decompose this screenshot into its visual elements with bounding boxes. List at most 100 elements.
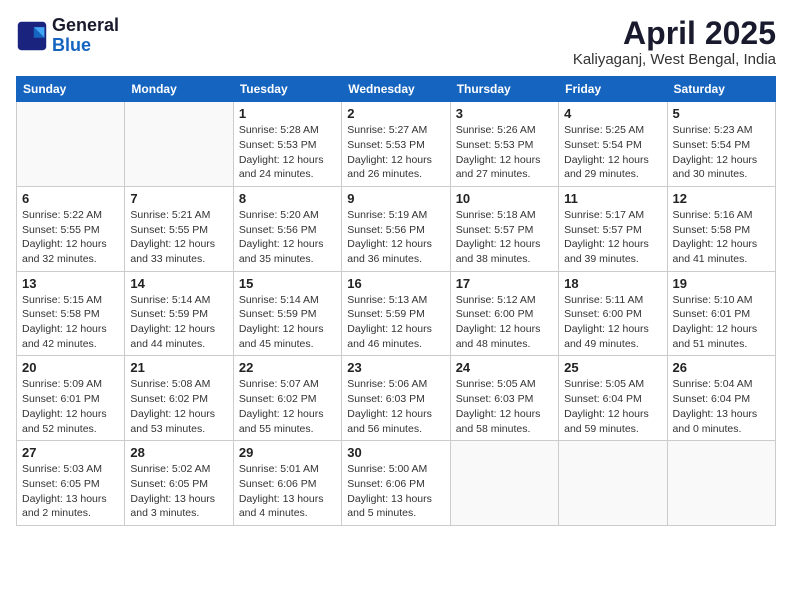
day-info: Sunrise: 5:03 AM Sunset: 6:05 PM Dayligh… — [22, 462, 119, 521]
calendar-cell: 30 Sunrise: 5:00 AM Sunset: 6:06 PM Dayli… — [342, 441, 450, 526]
day-number: 6 — [22, 191, 119, 206]
day-info: Sunrise: 5:25 AM Sunset: 5:54 PM Dayligh… — [564, 123, 661, 182]
calendar-header: Sunday Monday Tuesday Wednesday Thursday… — [17, 77, 776, 102]
day-info: Sunrise: 5:14 AM Sunset: 5:59 PM Dayligh… — [239, 293, 336, 352]
header-saturday: Saturday — [667, 77, 775, 102]
calendar-cell: 5Sunrise: 5:23 AM Sunset: 5:54 PM Daylig… — [667, 102, 775, 187]
calendar-cell: 8 Sunrise: 5:20 AM Sunset: 5:56 PM Daylig… — [233, 186, 341, 271]
header-wednesday: Wednesday — [342, 77, 450, 102]
calendar-cell: 20Sunrise: 5:09 AM Sunset: 6:01 PM Dayli… — [17, 356, 125, 441]
header-thursday: Thursday — [450, 77, 558, 102]
logo-text: General Blue — [52, 16, 119, 56]
calendar-cell: 12 Sunrise: 5:16 AM Sunset: 5:58 PM Dayli… — [667, 186, 775, 271]
day-number: 28 — [130, 445, 227, 460]
day-number: 17 — [456, 276, 553, 291]
header-sunday: Sunday — [17, 77, 125, 102]
calendar-cell: 4Sunrise: 5:25 AM Sunset: 5:54 PM Daylig… — [559, 102, 667, 187]
logo-line2: Blue — [52, 36, 119, 56]
calendar-cell: 28 Sunrise: 5:02 AM Sunset: 6:05 PM Dayli… — [125, 441, 233, 526]
header-row: Sunday Monday Tuesday Wednesday Thursday… — [17, 77, 776, 102]
day-number: 24 — [456, 360, 553, 375]
day-number: 27 — [22, 445, 119, 460]
calendar-table: Sunday Monday Tuesday Wednesday Thursday… — [16, 76, 776, 526]
calendar-cell: 3Sunrise: 5:26 AM Sunset: 5:53 PM Daylig… — [450, 102, 558, 187]
day-info: Sunrise: 5:02 AM Sunset: 6:05 PM Dayligh… — [130, 462, 227, 521]
day-number: 29 — [239, 445, 336, 460]
day-info: Sunrise: 5:19 AM Sunset: 5:56 PM Dayligh… — [347, 208, 444, 267]
calendar-cell: 16 Sunrise: 5:13 AM Sunset: 5:59 PM Dayli… — [342, 271, 450, 356]
calendar-body: 1 Sunrise: 5:28 AM Sunset: 5:53 PM Daylig… — [17, 102, 776, 526]
title-area: April 2025 Kaliyaganj, West Bengal, Indi… — [573, 16, 776, 68]
day-info: Sunrise: 5:10 AM Sunset: 6:01 PM Dayligh… — [673, 293, 770, 352]
logo-line1: General — [52, 16, 119, 36]
day-number: 14 — [130, 276, 227, 291]
day-info: Sunrise: 5:16 AM Sunset: 5:58 PM Dayligh… — [673, 208, 770, 267]
day-number: 13 — [22, 276, 119, 291]
day-number: 10 — [456, 191, 553, 206]
day-number: 22 — [239, 360, 336, 375]
calendar-cell: 18Sunrise: 5:11 AM Sunset: 6:00 PM Dayli… — [559, 271, 667, 356]
day-number: 9 — [347, 191, 444, 206]
calendar-cell: 13 Sunrise: 5:15 AM Sunset: 5:58 PM Dayli… — [17, 271, 125, 356]
day-number: 23 — [347, 360, 444, 375]
day-info: Sunrise: 5:28 AM Sunset: 5:53 PM Dayligh… — [239, 123, 336, 182]
calendar-week-2: 13 Sunrise: 5:15 AM Sunset: 5:58 PM Dayli… — [17, 271, 776, 356]
calendar-cell: 11 Sunrise: 5:17 AM Sunset: 5:57 PM Dayli… — [559, 186, 667, 271]
calendar-week-4: 27 Sunrise: 5:03 AM Sunset: 6:05 PM Dayli… — [17, 441, 776, 526]
calendar-cell: 1 Sunrise: 5:28 AM Sunset: 5:53 PM Daylig… — [233, 102, 341, 187]
month-title: April 2025 — [573, 16, 776, 51]
calendar-cell: 9 Sunrise: 5:19 AM Sunset: 5:56 PM Daylig… — [342, 186, 450, 271]
day-number: 21 — [130, 360, 227, 375]
day-number: 19 — [673, 276, 770, 291]
logo-icon — [16, 20, 48, 52]
calendar-cell: 21Sunrise: 5:08 AM Sunset: 6:02 PM Dayli… — [125, 356, 233, 441]
day-number: 7 — [130, 191, 227, 206]
calendar-cell: 26Sunrise: 5:04 AM Sunset: 6:04 PM Dayli… — [667, 356, 775, 441]
day-info: Sunrise: 5:20 AM Sunset: 5:56 PM Dayligh… — [239, 208, 336, 267]
day-info: Sunrise: 5:27 AM Sunset: 5:53 PM Dayligh… — [347, 123, 444, 182]
day-info: Sunrise: 5:22 AM Sunset: 5:55 PM Dayligh… — [22, 208, 119, 267]
header: General Blue April 2025 Kaliyaganj, West… — [16, 16, 776, 68]
day-number: 8 — [239, 191, 336, 206]
day-info: Sunrise: 5:15 AM Sunset: 5:58 PM Dayligh… — [22, 293, 119, 352]
day-number: 2 — [347, 106, 444, 121]
calendar-week-1: 6 Sunrise: 5:22 AM Sunset: 5:55 PM Daylig… — [17, 186, 776, 271]
calendar-cell: 29 Sunrise: 5:01 AM Sunset: 6:06 PM Dayli… — [233, 441, 341, 526]
day-info: Sunrise: 5:05 AM Sunset: 6:03 PM Dayligh… — [456, 377, 553, 436]
day-number: 15 — [239, 276, 336, 291]
calendar-cell: 23 Sunrise: 5:06 AM Sunset: 6:03 PM Dayli… — [342, 356, 450, 441]
day-info: Sunrise: 5:12 AM Sunset: 6:00 PM Dayligh… — [456, 293, 553, 352]
calendar-cell: 27 Sunrise: 5:03 AM Sunset: 6:05 PM Dayli… — [17, 441, 125, 526]
calendar-week-3: 20Sunrise: 5:09 AM Sunset: 6:01 PM Dayli… — [17, 356, 776, 441]
calendar-week-0: 1 Sunrise: 5:28 AM Sunset: 5:53 PM Daylig… — [17, 102, 776, 187]
day-info: Sunrise: 5:14 AM Sunset: 5:59 PM Dayligh… — [130, 293, 227, 352]
day-info: Sunrise: 5:17 AM Sunset: 5:57 PM Dayligh… — [564, 208, 661, 267]
day-info: Sunrise: 5:09 AM Sunset: 6:01 PM Dayligh… — [22, 377, 119, 436]
day-info: Sunrise: 5:01 AM Sunset: 6:06 PM Dayligh… — [239, 462, 336, 521]
day-number: 18 — [564, 276, 661, 291]
day-info: Sunrise: 5:26 AM Sunset: 5:53 PM Dayligh… — [456, 123, 553, 182]
day-number: 16 — [347, 276, 444, 291]
location: Kaliyaganj, West Bengal, India — [573, 51, 776, 68]
calendar-cell: 22Sunrise: 5:07 AM Sunset: 6:02 PM Dayli… — [233, 356, 341, 441]
day-info: Sunrise: 5:13 AM Sunset: 5:59 PM Dayligh… — [347, 293, 444, 352]
day-number: 11 — [564, 191, 661, 206]
day-info: Sunrise: 5:00 AM Sunset: 6:06 PM Dayligh… — [347, 462, 444, 521]
calendar-cell: 2 Sunrise: 5:27 AM Sunset: 5:53 PM Daylig… — [342, 102, 450, 187]
day-info: Sunrise: 5:05 AM Sunset: 6:04 PM Dayligh… — [564, 377, 661, 436]
day-info: Sunrise: 5:06 AM Sunset: 6:03 PM Dayligh… — [347, 377, 444, 436]
calendar-cell: 6 Sunrise: 5:22 AM Sunset: 5:55 PM Daylig… — [17, 186, 125, 271]
day-number: 30 — [347, 445, 444, 460]
calendar-cell: 14 Sunrise: 5:14 AM Sunset: 5:59 PM Dayli… — [125, 271, 233, 356]
header-tuesday: Tuesday — [233, 77, 341, 102]
day-number: 12 — [673, 191, 770, 206]
header-monday: Monday — [125, 77, 233, 102]
calendar-cell — [125, 102, 233, 187]
calendar-cell — [667, 441, 775, 526]
calendar-cell: 15 Sunrise: 5:14 AM Sunset: 5:59 PM Dayli… — [233, 271, 341, 356]
calendar-cell — [559, 441, 667, 526]
calendar-cell: 25Sunrise: 5:05 AM Sunset: 6:04 PM Dayli… — [559, 356, 667, 441]
calendar-cell: 10Sunrise: 5:18 AM Sunset: 5:57 PM Dayli… — [450, 186, 558, 271]
header-friday: Friday — [559, 77, 667, 102]
day-number: 1 — [239, 106, 336, 121]
